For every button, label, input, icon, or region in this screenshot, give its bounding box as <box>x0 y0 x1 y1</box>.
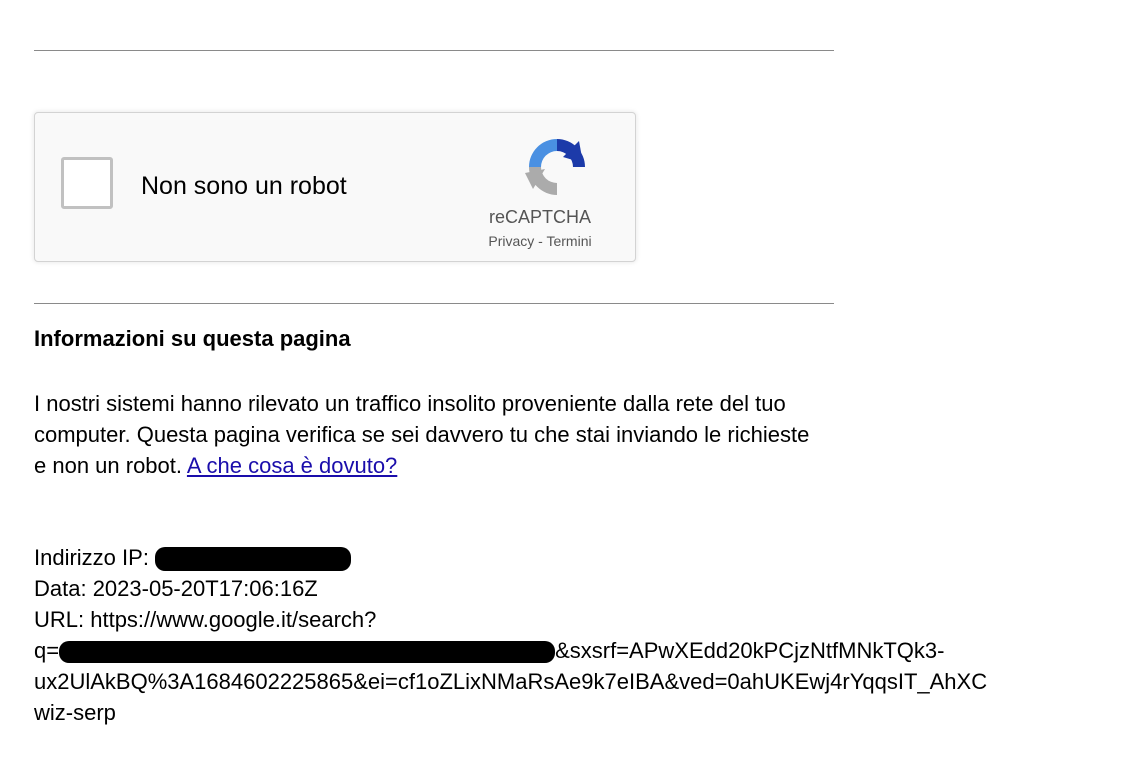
query-redaction <box>59 641 556 664</box>
url-line: URL: https://www.google.it/search? <box>34 607 377 632</box>
terms-link[interactable]: Termini <box>546 233 591 249</box>
query-line-1: q= &sxsrf=APwXEdd20kPCjzNtfMNkTQk3- <box>34 635 1148 666</box>
middle-divider <box>34 303 834 304</box>
top-divider <box>34 50 834 51</box>
ip-redaction <box>155 547 352 572</box>
ip-label: Indirizzo IP: <box>34 545 156 570</box>
links-separator: - <box>534 233 547 249</box>
query-line-3: wiz-serp <box>34 700 116 725</box>
recaptcha-links: Privacy - Termini <box>465 233 615 249</box>
query-prefix: q= <box>34 638 60 663</box>
info-paragraph: I nostri sistemi hanno rilevato un traff… <box>34 388 824 481</box>
request-details: Indirizzo IP: Data: 2023-05-20T17:06:16Z… <box>34 542 1148 728</box>
robot-checkbox-label[interactable]: Non sono un robot <box>141 171 347 201</box>
info-body: I nostri sistemi hanno rilevato un traff… <box>34 391 810 478</box>
ip-line: Indirizzo IP: <box>34 542 1148 573</box>
why-link[interactable]: A che cosa è dovuto? <box>187 453 397 478</box>
recaptcha-brand: reCAPTCHA <box>488 207 591 227</box>
recaptcha-widget: Non sono un robot reCAPTCHA Privacy - Te… <box>34 112 636 262</box>
query-line-2: ux2UlAkBQ%3A1684602225865&ei=cf1oZLixNMa… <box>34 669 988 694</box>
recaptcha-logo-icon <box>525 139 585 195</box>
query-rest: &sxsrf=APwXEdd20kPCjzNtfMNkTQk3- <box>555 638 945 663</box>
info-heading: Informazioni su questa pagina <box>34 326 351 351</box>
privacy-link[interactable]: Privacy <box>488 233 534 249</box>
robot-checkbox[interactable] <box>61 157 113 209</box>
date-line: Data: 2023-05-20T17:06:16Z <box>34 576 318 601</box>
